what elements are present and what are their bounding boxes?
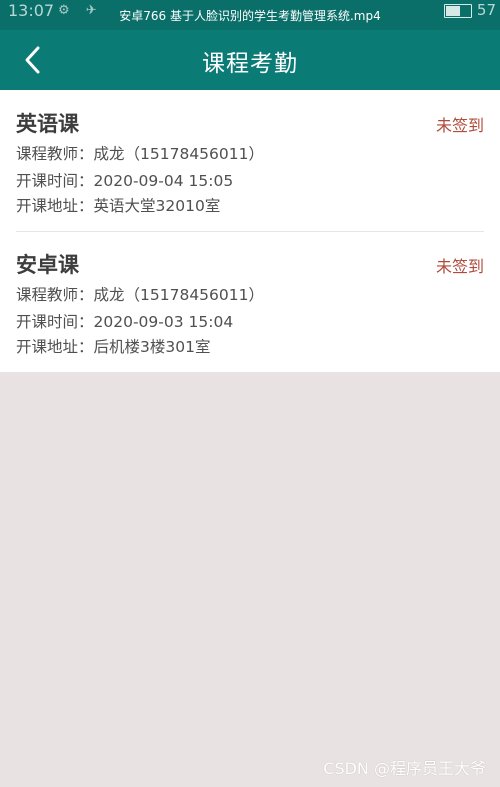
page-title: 课程考勤	[202, 51, 298, 77]
course-teacher: 课程教师：成龙（15178456011）	[16, 145, 264, 163]
battery-icon	[444, 4, 472, 18]
video-title: 安卓766 基于人脸识别的学生考勤管理系统.mp4	[119, 9, 381, 23]
course-location: 开课地址：后机楼3楼301室	[16, 338, 211, 356]
course-name: 英语课	[16, 112, 79, 136]
course-card[interactable]: 英语课 未签到 课程教师：成龙（15178456011） 开课时间：2020-0…	[0, 90, 500, 232]
course-teacher: 课程教师：成龙（15178456011）	[16, 286, 264, 304]
course-time: 开课时间：2020-09-04 15:05	[16, 172, 234, 190]
attendance-status: 未签到	[435, 116, 484, 135]
course-location: 开课地址：英语大堂32010室	[16, 197, 221, 215]
watermark: CSDN @程序员王大爷	[323, 759, 486, 778]
battery-level: 57	[476, 1, 496, 19]
app-bar: 课程考勤	[0, 30, 500, 90]
attendance-status: 未签到	[435, 257, 484, 276]
status-bar: 13:07 ⚙ ✈ 安卓766 基于人脸识别的学生考勤管理系统.mp4 57	[0, 0, 500, 30]
course-name: 安卓课	[16, 253, 79, 277]
course-time: 开课时间：2020-09-03 15:04	[16, 313, 234, 331]
course-card[interactable]: 安卓课 未签到 课程教师：成龙（15178456011） 开课时间：2020-0…	[0, 231, 500, 371]
course-list: 英语课 未签到 课程教师：成龙（15178456011） 开课时间：2020-0…	[0, 90, 500, 372]
